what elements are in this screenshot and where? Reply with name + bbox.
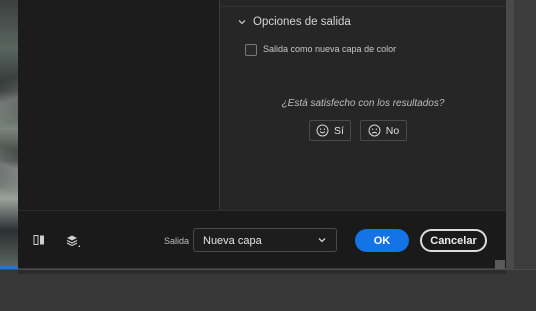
ok-button[interactable]: OK [355,229,409,252]
output-select-value[interactable]: Nueva capa [203,235,262,247]
section-title-output-options[interactable]: Opciones de salida [253,16,351,28]
feedback-yes-button[interactable]: Sí [309,120,351,141]
preview-pane [18,0,219,210]
chevron-down-icon[interactable] [236,16,248,28]
feedback-yes-label: Sí [334,124,344,137]
new-color-layer-checkbox[interactable] [245,44,257,56]
output-label: Salida [164,236,190,246]
compare-view-icon[interactable] [33,234,45,246]
feedback-no-button[interactable]: No [360,120,407,141]
dialog-bottom-shadow [18,270,506,274]
app-bottom-bar [0,270,536,311]
canvas-image-strip [0,0,18,268]
app-right-edge [514,0,536,270]
layers-icon[interactable] [65,233,81,249]
cancel-button[interactable]: Cancelar [420,229,487,252]
new-color-layer-label[interactable]: Salida como nueva capa de color [263,44,396,54]
smile-icon [316,124,329,137]
feedback-no-label: No [385,124,400,137]
frown-icon [368,124,381,137]
footer-divider [18,210,506,211]
feedback-question: ¿Está satisfecho con los resultados? [281,98,445,109]
scrollbar-track[interactable] [506,0,514,270]
chevron-down-icon[interactable] [317,235,327,245]
section-separator [220,6,506,7]
